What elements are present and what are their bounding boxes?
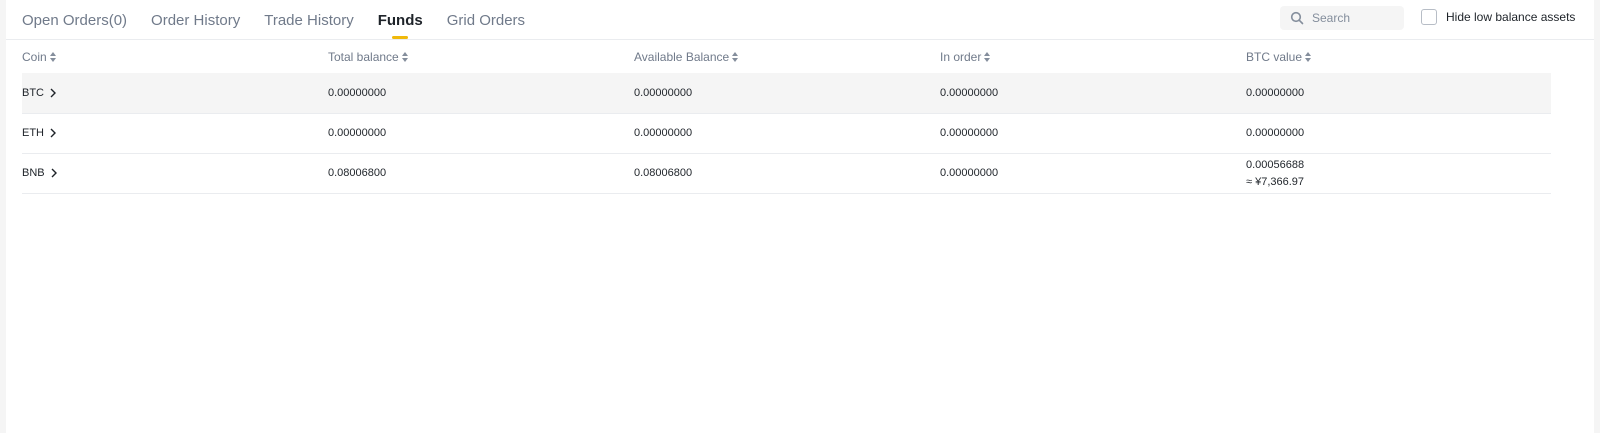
sort-icon <box>984 52 991 63</box>
btc-value-cell: 0.00000000 <box>1246 113 1551 154</box>
search-icon <box>1290 11 1304 25</box>
tab-open-orders[interactable]: Open Orders(0) <box>22 0 127 40</box>
search-input[interactable] <box>1312 6 1400 30</box>
table-row[interactable]: ETH 0.00000000 0.00000000 0.00000000 0.0… <box>22 113 1551 154</box>
tab-grid-orders[interactable]: Grid Orders <box>447 0 525 40</box>
in-order-cell: 0.00000000 <box>940 73 1246 114</box>
sort-icon <box>49 52 56 63</box>
column-header-coin[interactable]: Coin <box>22 40 328 73</box>
btc-value-cell: 0.00000000 <box>1246 73 1551 114</box>
btc-value-cell: 0.00056688 ≈ ¥7,366.97 <box>1246 153 1551 194</box>
in-order-cell: 0.00000000 <box>940 113 1246 154</box>
total-balance-cell: 0.08006800 <box>328 153 634 194</box>
tab-order-history[interactable]: Order History <box>151 0 240 40</box>
coin-cell[interactable]: ETH <box>22 113 328 154</box>
chevron-right-icon <box>50 128 56 138</box>
funds-panel: Open Orders(0) Order History Trade Histo… <box>6 0 1594 433</box>
total-balance-cell: 0.00000000 <box>328 73 634 114</box>
column-header-in-order[interactable]: In order <box>940 40 1246 73</box>
sort-icon <box>732 52 739 63</box>
available-balance-cell: 0.00000000 <box>634 73 940 114</box>
hide-low-balance-checkbox[interactable] <box>1421 9 1437 25</box>
sort-icon <box>401 52 408 63</box>
column-header-available-balance[interactable]: Available Balance <box>634 40 940 73</box>
column-header-btc-value[interactable]: BTC value <box>1246 40 1551 73</box>
tab-bar: Open Orders(0) Order History Trade Histo… <box>6 0 1594 40</box>
table-row[interactable]: BTC 0.00000000 0.00000000 0.00000000 0.0… <box>22 73 1551 114</box>
coin-cell[interactable]: BTC <box>22 73 328 114</box>
tabs: Open Orders(0) Order History Trade Histo… <box>22 0 549 40</box>
hide-low-balance-toggle[interactable]: Hide low balance assets <box>1421 9 1575 25</box>
chevron-right-icon <box>50 88 56 98</box>
total-balance-cell: 0.00000000 <box>328 113 634 154</box>
available-balance-cell: 0.00000000 <box>634 113 940 154</box>
btc-value: 0.00056688 <box>1246 158 1305 171</box>
available-balance-cell: 0.08006800 <box>634 153 940 194</box>
table-row[interactable]: BNB 0.08006800 0.08006800 0.00000000 0.0… <box>22 153 1551 194</box>
hide-low-balance-label: Hide low balance assets <box>1446 10 1576 24</box>
fiat-value: ≈ ¥7,366.97 <box>1246 175 1305 188</box>
in-order-cell: 0.00000000 <box>940 153 1246 194</box>
chevron-right-icon <box>51 168 57 178</box>
sort-icon <box>1305 52 1312 63</box>
tab-funds[interactable]: Funds <box>378 0 423 40</box>
search-box[interactable] <box>1280 6 1404 30</box>
coin-cell[interactable]: BNB <box>22 153 328 194</box>
table-header-row: Coin Total balance Available Balance In … <box>22 40 1551 73</box>
tab-trade-history[interactable]: Trade History <box>264 0 353 40</box>
funds-table: Coin Total balance Available Balance In … <box>22 40 1551 194</box>
column-header-total-balance[interactable]: Total balance <box>328 40 634 73</box>
